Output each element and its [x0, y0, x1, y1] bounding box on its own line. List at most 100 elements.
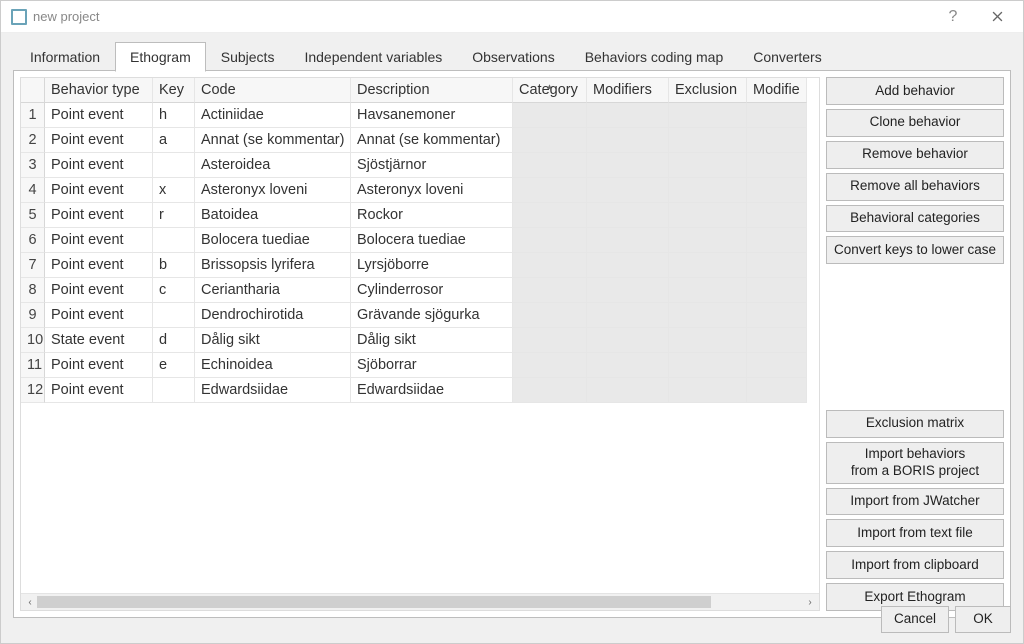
cell[interactable]: Sjöborrar — [351, 353, 513, 378]
cell[interactable]: Point event — [45, 128, 153, 153]
cell-empty[interactable] — [747, 378, 807, 403]
cell[interactable]: Point event — [45, 203, 153, 228]
import-from-clipboard-button[interactable]: Import from clipboard — [826, 551, 1004, 579]
cell[interactable]: Point event — [45, 153, 153, 178]
cell-empty[interactable] — [587, 178, 669, 203]
cell[interactable]: Dålig sikt — [195, 328, 351, 353]
cell-empty[interactable] — [669, 153, 747, 178]
column-header[interactable]: Exclusion — [669, 78, 747, 103]
cell-empty[interactable] — [513, 353, 587, 378]
cell[interactable]: a — [153, 128, 195, 153]
cell[interactable]: Lyrsjöborre — [351, 253, 513, 278]
cell[interactable]: Asteroidea — [195, 153, 351, 178]
cell-empty[interactable] — [587, 103, 669, 128]
tab-observations[interactable]: Observations — [457, 42, 569, 72]
remove-all-behaviors-button[interactable]: Remove all behaviors — [826, 173, 1004, 201]
column-header[interactable]: Category▴ — [513, 78, 587, 103]
cell[interactable]: e — [153, 353, 195, 378]
column-header[interactable]: Modifiers — [587, 78, 669, 103]
cell[interactable]: d — [153, 328, 195, 353]
cell[interactable] — [153, 303, 195, 328]
scroll-left-icon[interactable]: ‹ — [23, 595, 37, 609]
cell-empty[interactable] — [513, 328, 587, 353]
cell[interactable]: h — [153, 103, 195, 128]
cell-empty[interactable] — [747, 303, 807, 328]
exclusion-matrix-button[interactable]: Exclusion matrix — [826, 410, 1004, 438]
add-behavior-button[interactable]: Add behavior — [826, 77, 1004, 105]
row-header[interactable]: 12 — [21, 378, 45, 403]
convert-keys-to-lower-case-button[interactable]: Convert keys to lower case — [826, 236, 1004, 264]
cell[interactable]: Batoidea — [195, 203, 351, 228]
cell[interactable]: Sjöstjärnor — [351, 153, 513, 178]
cell[interactable]: b — [153, 253, 195, 278]
scroll-thumb[interactable] — [37, 596, 711, 608]
row-header[interactable]: 9 — [21, 303, 45, 328]
cell-empty[interactable] — [747, 203, 807, 228]
cell-empty[interactable] — [587, 378, 669, 403]
cell[interactable]: Edwardsiidae — [351, 378, 513, 403]
cell[interactable]: Point event — [45, 378, 153, 403]
cell-empty[interactable] — [587, 328, 669, 353]
cell[interactable]: Edwardsiidae — [195, 378, 351, 403]
row-header[interactable]: 7 — [21, 253, 45, 278]
cell[interactable] — [153, 378, 195, 403]
scroll-right-icon[interactable]: › — [803, 595, 817, 609]
cell[interactable] — [153, 228, 195, 253]
cell[interactable]: Point event — [45, 303, 153, 328]
cell[interactable]: r — [153, 203, 195, 228]
cell-empty[interactable] — [747, 103, 807, 128]
remove-behavior-button[interactable]: Remove behavior — [826, 141, 1004, 169]
cell-empty[interactable] — [669, 103, 747, 128]
cell-empty[interactable] — [587, 253, 669, 278]
cell-empty[interactable] — [513, 128, 587, 153]
cell-empty[interactable] — [669, 353, 747, 378]
import-from-text-file-button[interactable]: Import from text file — [826, 519, 1004, 547]
import-behaviors-from-a-boris-project-button[interactable]: Import behaviorsfrom a BORIS project — [826, 442, 1004, 484]
cell-empty[interactable] — [513, 153, 587, 178]
cell-empty[interactable] — [669, 253, 747, 278]
cell-empty[interactable] — [513, 103, 587, 128]
cell-empty[interactable] — [669, 378, 747, 403]
tab-converters[interactable]: Converters — [738, 42, 836, 72]
cell[interactable]: Bolocera tuediae — [351, 228, 513, 253]
cell-empty[interactable] — [747, 253, 807, 278]
cell-empty[interactable] — [669, 228, 747, 253]
cell-empty[interactable] — [513, 228, 587, 253]
cell-empty[interactable] — [513, 178, 587, 203]
column-header[interactable]: Description — [351, 78, 513, 103]
cell[interactable]: State event — [45, 328, 153, 353]
row-header[interactable]: 1 — [21, 103, 45, 128]
cell[interactable]: Rockor — [351, 203, 513, 228]
cell-empty[interactable] — [747, 228, 807, 253]
cell[interactable]: x — [153, 178, 195, 203]
cell-empty[interactable] — [513, 203, 587, 228]
cell[interactable]: Ceriantharia — [195, 278, 351, 303]
cell[interactable]: Havsanemoner — [351, 103, 513, 128]
cell[interactable]: Actiniidae — [195, 103, 351, 128]
row-header[interactable]: 11 — [21, 353, 45, 378]
tab-subjects[interactable]: Subjects — [206, 42, 290, 72]
cell-empty[interactable] — [513, 378, 587, 403]
tab-behaviors-coding-map[interactable]: Behaviors coding map — [570, 42, 739, 72]
cell[interactable]: Point event — [45, 278, 153, 303]
column-header[interactable]: Code — [195, 78, 351, 103]
row-header[interactable]: 6 — [21, 228, 45, 253]
row-header[interactable]: 2 — [21, 128, 45, 153]
cell-empty[interactable] — [669, 203, 747, 228]
import-from-jwatcher-button[interactable]: Import from JWatcher — [826, 488, 1004, 516]
cell[interactable]: Point event — [45, 353, 153, 378]
cell[interactable]: Cylinderrosor — [351, 278, 513, 303]
horizontal-scrollbar[interactable]: ‹ › — [21, 593, 819, 610]
tab-information[interactable]: Information — [15, 42, 115, 72]
cell-empty[interactable] — [669, 278, 747, 303]
row-header[interactable]: 10 — [21, 328, 45, 353]
row-header[interactable]: 8 — [21, 278, 45, 303]
tab-independent-variables[interactable]: Independent variables — [289, 42, 457, 72]
cell[interactable]: Bolocera tuediae — [195, 228, 351, 253]
cell[interactable]: Dålig sikt — [351, 328, 513, 353]
cell[interactable]: Asteronyx loveni — [351, 178, 513, 203]
row-header[interactable]: 3 — [21, 153, 45, 178]
column-header[interactable]: Modifie — [747, 78, 807, 103]
cell[interactable]: Brissopsis lyrifera — [195, 253, 351, 278]
clone-behavior-button[interactable]: Clone behavior — [826, 109, 1004, 137]
